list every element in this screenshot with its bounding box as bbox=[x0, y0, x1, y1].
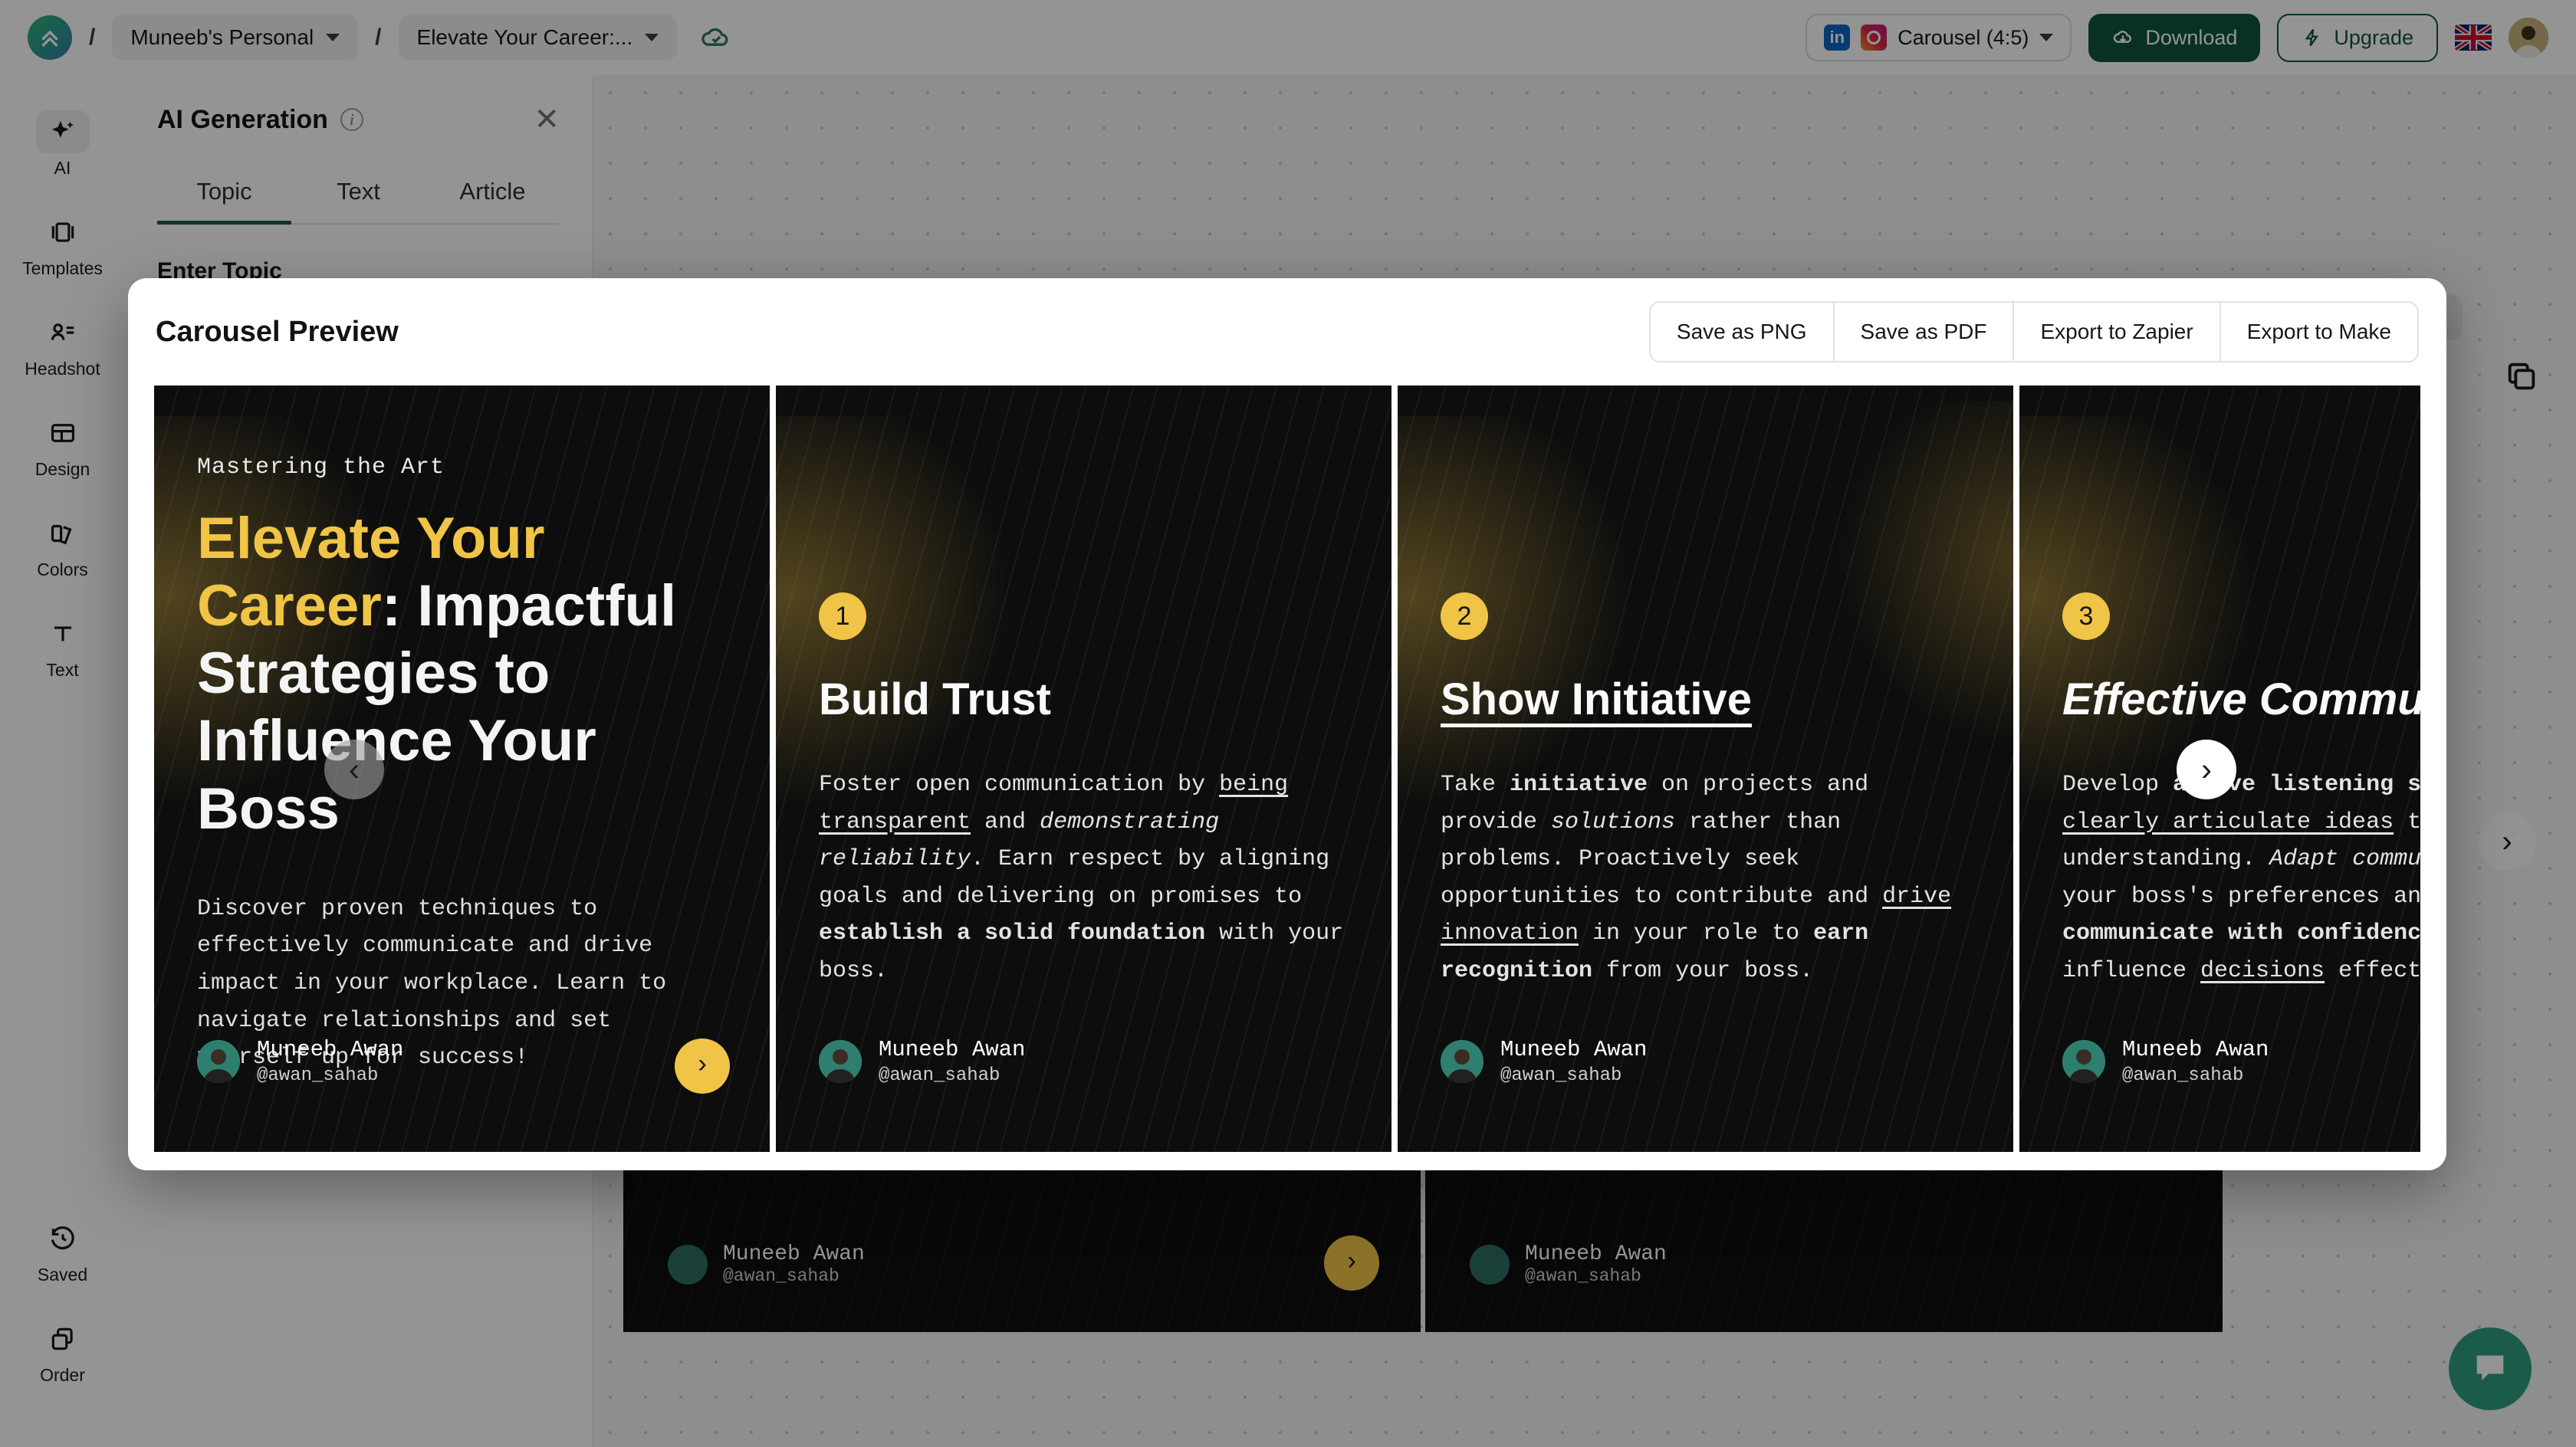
author-name: Muneeb Awan bbox=[257, 1037, 404, 1062]
carousel-strip: Mastering the Art Elevate Your Career: I… bbox=[154, 386, 2420, 1152]
slide-number-badge: 3 bbox=[2062, 592, 2110, 640]
author-name: Muneeb Awan bbox=[1500, 1037, 1648, 1062]
slide-number-badge: 2 bbox=[1441, 592, 1488, 640]
export-to-make-button[interactable]: Export to Make bbox=[2220, 303, 2417, 361]
carousel-track: Mastering the Art Elevate Your Career: I… bbox=[154, 386, 2420, 1152]
carousel-slide-point-1[interactable]: 1 Build Trust Foster open communication … bbox=[776, 386, 1392, 1152]
slide-author: Muneeb Awan @awan_sahab bbox=[197, 1037, 403, 1086]
slide-body: Foster open communication by being trans… bbox=[819, 772, 1344, 984]
slide-number-badge: 1 bbox=[819, 592, 866, 640]
slide-kicker: Mastering the Art bbox=[197, 454, 445, 481]
save-as-pdf-button[interactable]: Save as PDF bbox=[1834, 303, 2015, 361]
avatar bbox=[1441, 1040, 1484, 1083]
slide-author: Muneeb Awan @awan_sahab bbox=[819, 1037, 1025, 1086]
carousel-prev-button[interactable]: ‹ bbox=[324, 740, 384, 799]
slide-body: Take initiative on projects and provide … bbox=[1441, 772, 1952, 984]
modal-header: Carousel Preview Save as PNG Save as PDF… bbox=[154, 278, 2420, 386]
carousel-slide-point-2[interactable]: 2 Show Initiative Take initiative on pro… bbox=[1398, 386, 2013, 1152]
slide-author: Muneeb Awan @awan_sahab bbox=[1441, 1037, 1647, 1086]
author-handle: @awan_sahab bbox=[257, 1065, 379, 1086]
author-name: Muneeb Awan bbox=[879, 1037, 1026, 1062]
carousel-slide-cover[interactable]: Mastering the Art Elevate Your Career: I… bbox=[154, 386, 770, 1152]
carousel-preview-modal: Carousel Preview Save as PNG Save as PDF… bbox=[128, 278, 2446, 1170]
slide-title: Show Initiative bbox=[1441, 674, 1753, 724]
slide-author: Muneeb Awan @awan_sahab bbox=[2062, 1037, 2269, 1086]
modal-action-group: Save as PNG Save as PDF Export to Zapier… bbox=[1648, 301, 2419, 363]
slide-body: Develop active listening skills and clea… bbox=[2062, 772, 2420, 984]
author-handle: @awan_sahab bbox=[2122, 1065, 2244, 1086]
export-to-zapier-button[interactable]: Export to Zapier bbox=[2014, 303, 2221, 361]
author-handle: @awan_sahab bbox=[1500, 1065, 1622, 1086]
slide-title: Build Trust bbox=[819, 674, 1051, 724]
save-as-png-button[interactable]: Save as PNG bbox=[1650, 303, 1835, 361]
modal-title: Carousel Preview bbox=[156, 315, 399, 348]
author-name: Muneeb Awan bbox=[2122, 1037, 2269, 1062]
slide-headline: Elevate Your Career: Impactful Strategie… bbox=[197, 505, 727, 843]
avatar bbox=[819, 1040, 862, 1083]
slide-title: Effective Communication bbox=[2062, 674, 2420, 724]
avatar bbox=[197, 1040, 240, 1083]
author-handle: @awan_sahab bbox=[879, 1065, 1001, 1086]
carousel-next-button[interactable]: › bbox=[2177, 740, 2236, 799]
slide-next-indicator: › bbox=[675, 1038, 730, 1094]
avatar bbox=[2062, 1040, 2105, 1083]
